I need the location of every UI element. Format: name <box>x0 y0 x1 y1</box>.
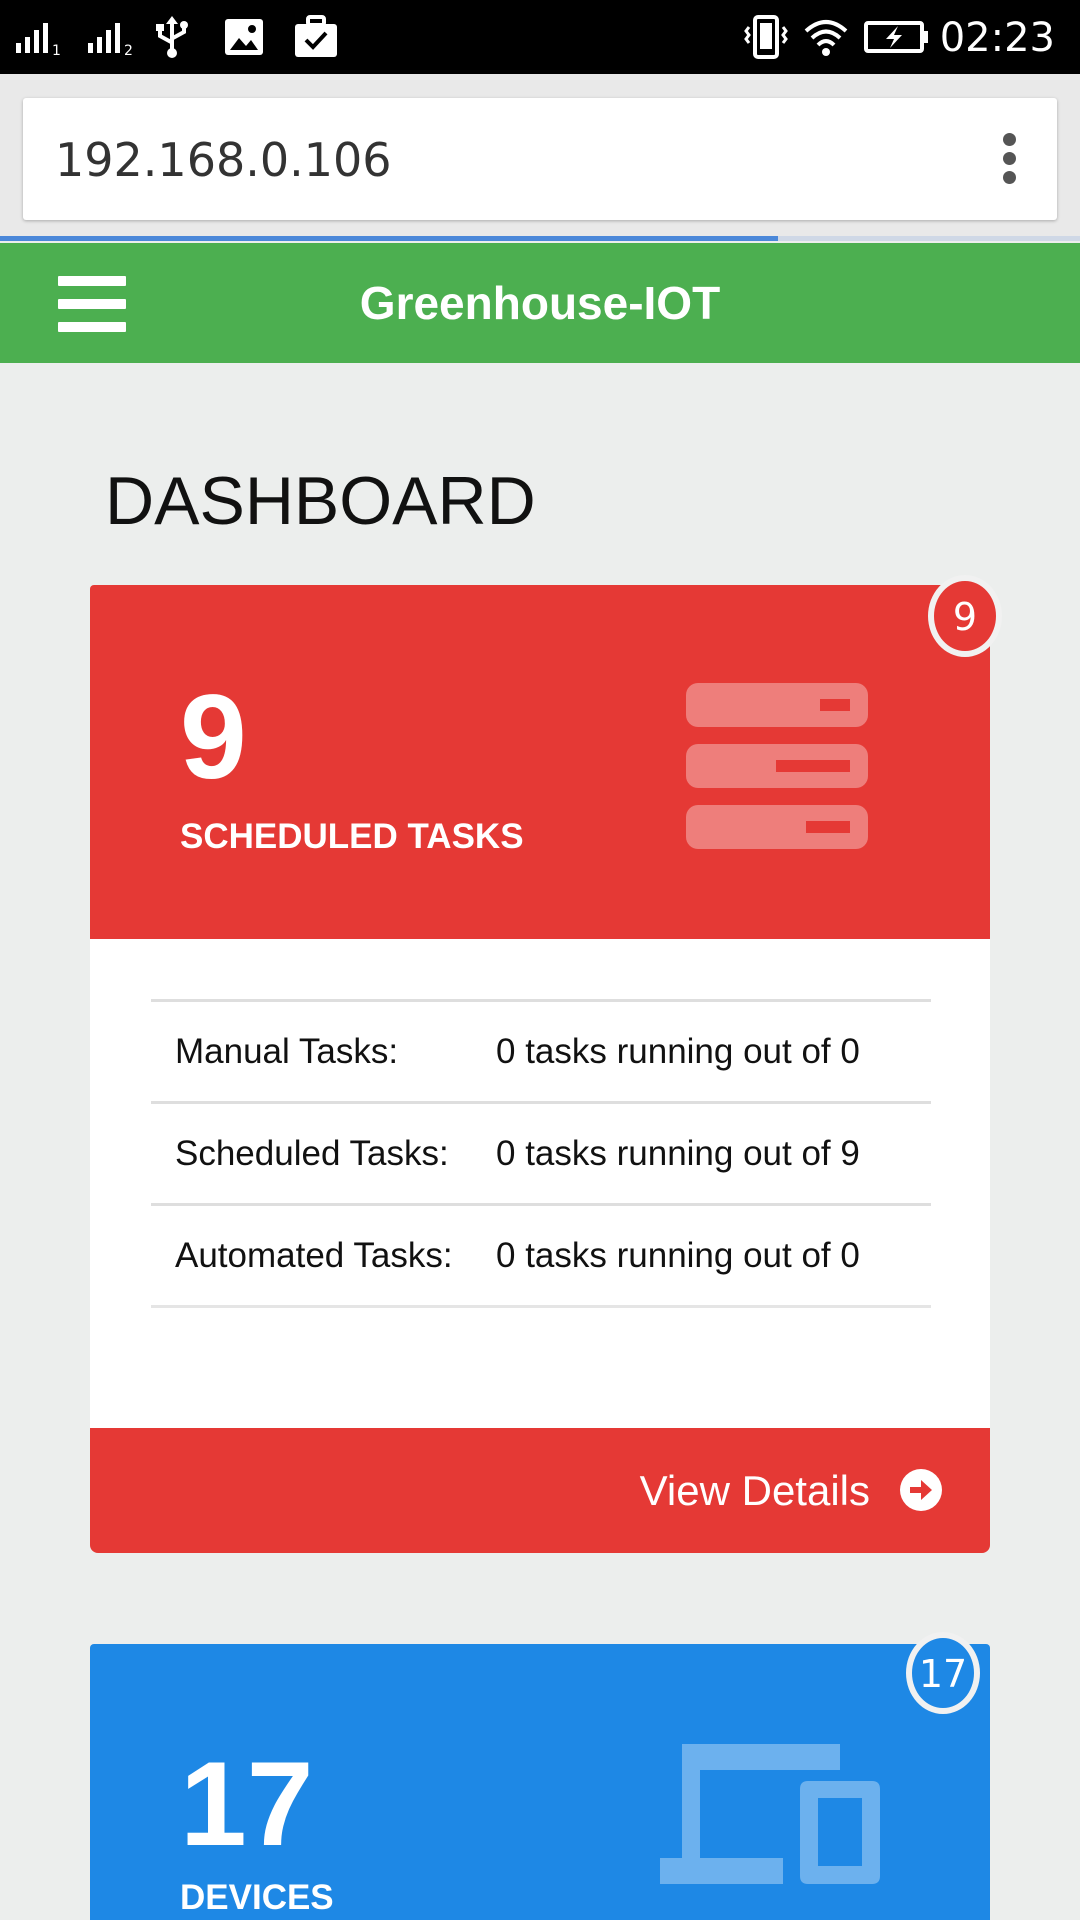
view-details-label[interactable]: View Details <box>640 1428 870 1553</box>
browser-toolbar: 192.168.0.106 <box>0 74 1080 241</box>
tasks-count: 9 <box>180 670 247 804</box>
arrow-circle-right-icon[interactable] <box>900 1469 942 1511</box>
tasks-panel-body: Manual Tasks: 0 tasks running out of 0 S… <box>90 939 990 1428</box>
task-type-label: Automated Tasks: <box>151 1203 496 1308</box>
task-type-label: Scheduled Tasks: <box>151 1101 496 1205</box>
signal-sim2-icon: 2 <box>88 0 138 74</box>
wifi-icon <box>802 0 850 74</box>
table-row: Manual Tasks: 0 tasks running out of 0 <box>151 999 931 1103</box>
page-title: DASHBOARD <box>105 463 536 539</box>
tasks-badge: 9 <box>928 575 1002 657</box>
address-bar[interactable]: 192.168.0.106 <box>23 98 1057 220</box>
tasks-panel-header: 9 SCHEDULED TASKS 9 <box>90 575 1002 939</box>
tasks-caption: SCHEDULED TASKS <box>180 817 524 856</box>
devices-panel: 17 DEVICES 17 <box>90 1632 990 1920</box>
task-status-value: 0 tasks running out of 0 <box>496 1203 931 1308</box>
laptop-tablet-icon <box>660 1744 880 1899</box>
server-stack-icon <box>686 683 868 854</box>
briefcase-check-icon <box>294 0 338 74</box>
brand-title[interactable]: Greenhouse-IOT <box>0 243 1080 363</box>
task-type-label: Manual Tasks: <box>151 999 496 1103</box>
tasks-table: Manual Tasks: 0 tasks running out of 0 S… <box>151 999 931 1308</box>
svg-text:2: 2 <box>124 43 133 57</box>
task-status-value: 0 tasks running out of 0 <box>496 999 931 1103</box>
table-row: Scheduled Tasks: 0 tasks running out of … <box>151 1101 931 1205</box>
svg-text:1: 1 <box>52 43 61 57</box>
hamburger-icon[interactable] <box>58 276 126 332</box>
tasks-panel: 9 SCHEDULED TASKS 9 Manual Tasks: 0 task… <box>90 575 1002 1553</box>
task-status-value: 0 tasks running out of 9 <box>496 1101 931 1205</box>
devices-panel-header: 17 DEVICES 17 <box>90 1632 990 1920</box>
app-navbar: Greenhouse-IOT <box>0 243 1080 363</box>
url-text[interactable]: 192.168.0.106 <box>55 98 392 220</box>
table-row: Automated Tasks: 0 tasks running out of … <box>151 1203 931 1308</box>
page-load-progress <box>0 236 1080 241</box>
page-load-progress-fill <box>0 236 778 241</box>
status-bar: 1 2 02:23 <box>0 0 1080 74</box>
more-vert-icon[interactable] <box>1003 133 1017 185</box>
battery-charging-icon <box>864 0 930 74</box>
devices-caption: DEVICES <box>180 1878 334 1917</box>
view-details-button[interactable]: View Details <box>90 1428 990 1553</box>
devices-badge: 17 <box>906 1632 980 1714</box>
signal-sim1-icon: 1 <box>16 0 66 74</box>
clock: 02:23 <box>939 15 1055 61</box>
vibrate-icon <box>744 0 788 74</box>
usb-icon <box>152 0 192 74</box>
devices-count: 17 <box>180 1737 314 1871</box>
image-icon <box>224 0 264 74</box>
